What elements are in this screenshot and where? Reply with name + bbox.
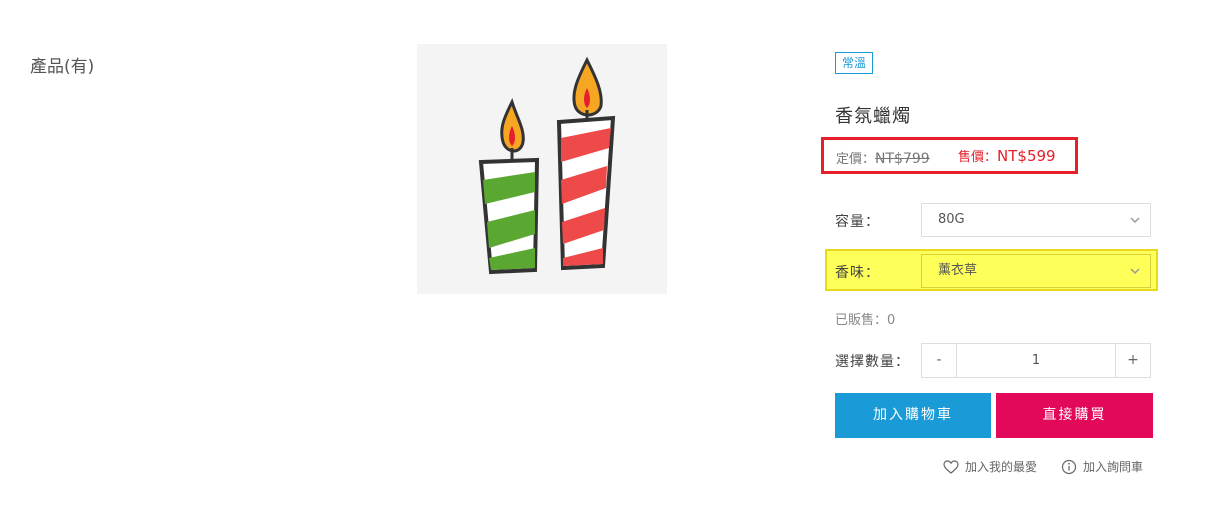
temperature-badge: 常溫 (835, 52, 874, 74)
product-name: 香氛蠟燭 (835, 106, 911, 127)
add-favorite-link[interactable]: 加入我的最愛 (943, 458, 1037, 475)
scent-value: 薰衣草 (938, 263, 978, 278)
product-image (417, 44, 667, 294)
sale-price: 售價：NT$599 (958, 146, 1056, 165)
chevron-down-icon (1130, 217, 1140, 224)
add-favorite-label: 加入我的最愛 (965, 460, 1038, 474)
category-title: 產品(有) (30, 57, 95, 77)
add-inquiry-link[interactable]: 加入詢問車 (1061, 458, 1143, 475)
list-price-amount: NT$799 (875, 151, 930, 167)
capacity-label: 容量： (835, 214, 880, 230)
quantity-input[interactable]: 1 (957, 344, 1115, 377)
price-box: 定價：NT$799 售價：NT$599 (821, 137, 1078, 174)
add-inquiry-label: 加入詢問車 (1083, 460, 1144, 474)
quantity-minus-button[interactable]: - (922, 344, 957, 377)
info-icon (1061, 459, 1077, 474)
sale-price-label: 售價： (958, 150, 998, 165)
quantity-plus-button[interactable]: + (1115, 344, 1150, 377)
quantity-label: 選擇數量： (835, 354, 910, 370)
sold-count: 已販售：0 (835, 313, 896, 328)
quantity-stepper: - 1 + (921, 343, 1151, 378)
list-price: 定價：NT$799 (836, 148, 930, 167)
scent-select[interactable]: 薰衣草 (921, 254, 1151, 288)
add-to-cart-button[interactable]: 加入購物車 (835, 393, 991, 438)
heart-icon (943, 459, 959, 474)
list-price-label: 定價： (836, 152, 876, 167)
scent-option-row: 香味： 薰衣草 (825, 249, 1158, 291)
scent-label: 香味： (835, 265, 880, 281)
candles-illustration (478, 56, 616, 275)
buy-now-button[interactable]: 直接購買 (996, 393, 1153, 438)
sale-price-amount: NT$599 (997, 147, 1056, 165)
capacity-value: 80G (938, 212, 965, 227)
chevron-down-icon (1130, 268, 1140, 275)
capacity-select[interactable]: 80G (921, 203, 1151, 237)
